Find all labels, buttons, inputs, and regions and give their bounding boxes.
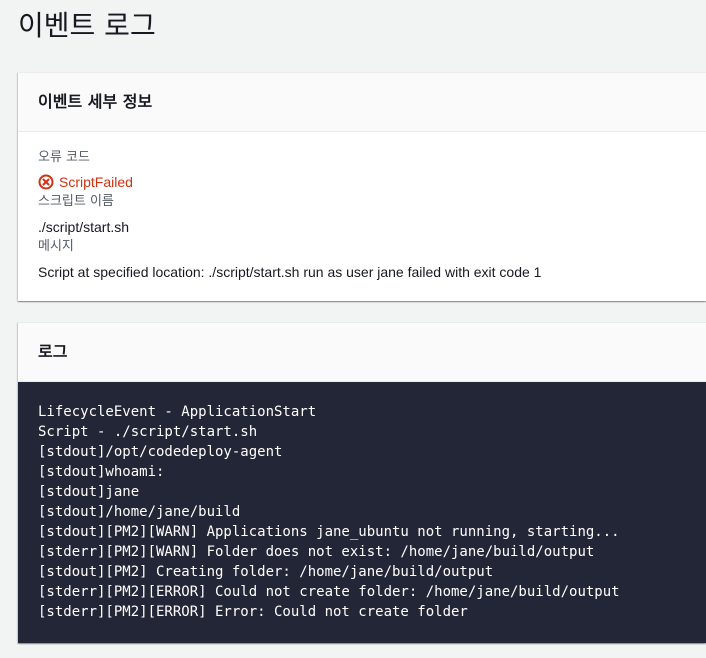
error-code-value: ScriptFailed	[59, 174, 133, 190]
log-line: [stderr][PM2][ERROR] Error: Could not cr…	[38, 604, 468, 620]
log-line: Script - ./script/start.sh	[38, 424, 258, 440]
page-title: 이벤트 로그	[18, 9, 156, 42]
log-line: [stdout]/home/jane/build	[38, 504, 241, 520]
event-details-panel: 이벤트 세부 정보 오류 코드 ScriptFailed 스크립트 이름 ./s…	[18, 72, 706, 301]
logs-title: 로그	[38, 342, 68, 361]
log-line: [stderr][PM2][ERROR] Could not create fo…	[38, 584, 620, 600]
script-name-label: 스크립트 이름	[38, 194, 114, 209]
log-line: [stdout]/opt/codedeploy-agent	[38, 444, 283, 460]
event-details-title: 이벤트 세부 정보	[38, 92, 153, 111]
log-output[interactable]: LifecycleEvent - ApplicationStart Script…	[18, 382, 706, 643]
error-code-label: 오류 코드	[38, 150, 90, 165]
message-value: Script at specified location: ./script/s…	[38, 264, 542, 280]
log-line: [stdout][PM2] Creating folder: /home/jan…	[38, 564, 494, 580]
log-line: [stdout]jane	[38, 484, 140, 500]
message-label: 메시지	[38, 239, 74, 254]
error-circle-x-icon	[38, 174, 54, 190]
log-line: [stdout][PM2][WARN] Applications jane_ub…	[38, 524, 620, 540]
script-name-value: ./script/start.sh	[38, 219, 130, 235]
logs-panel: 로그 LifecycleEvent - ApplicationStart Scr…	[18, 322, 706, 643]
log-line: [stderr][PM2][WARN] Folder does not exis…	[38, 544, 595, 560]
log-line: LifecycleEvent - ApplicationStart	[38, 404, 317, 420]
error-code-value-row: ScriptFailed	[38, 172, 133, 192]
event-details-header: 이벤트 세부 정보	[18, 73, 706, 132]
logs-header: 로그	[18, 323, 706, 382]
log-line: [stdout]whoami:	[38, 464, 165, 480]
